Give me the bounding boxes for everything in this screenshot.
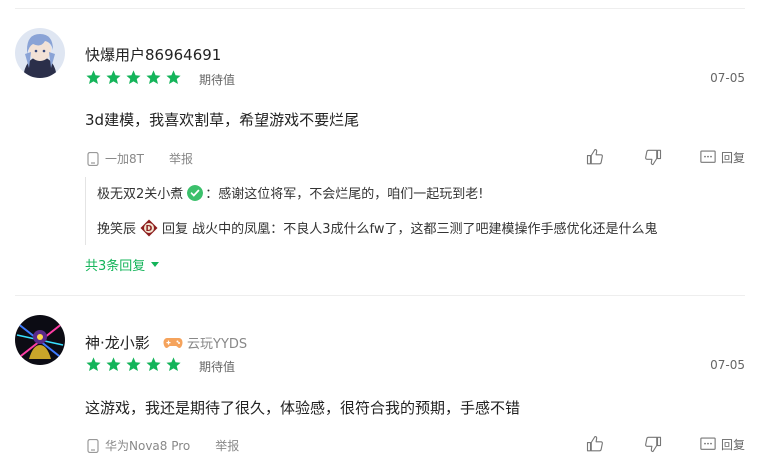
caret-down-icon bbox=[151, 262, 160, 267]
star-icon bbox=[146, 357, 161, 372]
reply-label: 回复 bbox=[720, 150, 745, 165]
reply-thread: 极无双2关小煮 ： 感谢这位将军，不会烂尾的，咱们一起玩到老! 挽笑辰 D 回复… bbox=[85, 177, 746, 245]
reply-item[interactable]: 挽笑辰 D 回复 战火中的凤凰 ： 不良人3成什么fw了，这都三测了吧建模操作手… bbox=[97, 218, 657, 237]
more-replies-link[interactable]: 共3条回复 bbox=[85, 255, 160, 274]
review-meta: 华为Nova8 Pro 举报 bbox=[87, 437, 239, 454]
username[interactable]: 神·龙小影 bbox=[85, 332, 150, 353]
star-icon bbox=[126, 357, 141, 372]
thumbs-up-icon[interactable] bbox=[586, 435, 604, 453]
review-divider bbox=[15, 295, 745, 296]
verified-icon bbox=[187, 184, 204, 201]
star-icon bbox=[106, 70, 121, 85]
reply-item[interactable]: 极无双2关小煮 ： 感谢这位将军，不会烂尾的，咱们一起玩到老! bbox=[97, 183, 484, 202]
review-content: 3d建模，我喜欢割草，希望游戏不要烂尾 bbox=[85, 111, 360, 129]
thumbs-down-icon[interactable] bbox=[644, 148, 662, 166]
rating-label: 期待值 bbox=[199, 360, 236, 374]
reply-word: 回复 bbox=[162, 222, 189, 237]
reply-text: 感谢这位将军，不会烂尾的，咱们一起玩到老! bbox=[218, 187, 484, 202]
top-divider bbox=[15, 8, 745, 9]
reply-target[interactable]: 战火中的凤凰 bbox=[192, 218, 270, 237]
reply-label: 回复 bbox=[720, 437, 745, 452]
thumbs-up-icon[interactable] bbox=[586, 148, 604, 166]
device-info: 华为Nova8 Pro bbox=[87, 437, 190, 454]
username[interactable]: 快爆用户86964691 bbox=[85, 44, 221, 65]
device-name: 一加8T bbox=[105, 152, 144, 166]
avatar[interactable] bbox=[15, 315, 65, 365]
device-name: 华为Nova8 Pro bbox=[105, 439, 191, 453]
phone-icon bbox=[87, 438, 99, 453]
reply-separator: ： bbox=[270, 222, 284, 237]
star-icon bbox=[166, 70, 181, 85]
review-content: 这游戏，我还是期待了很久，体验感，很符合我的预期，手感不错 bbox=[85, 399, 521, 417]
reply-author[interactable]: 挽笑辰 bbox=[97, 218, 136, 237]
reply-button[interactable]: 回复 bbox=[699, 435, 745, 453]
star-icon bbox=[146, 70, 161, 85]
reply-author[interactable]: 极无双2关小煮 bbox=[97, 183, 183, 202]
thumbs-down-icon[interactable] bbox=[644, 435, 662, 453]
review-actions: 回复 bbox=[586, 435, 745, 453]
star-icon bbox=[86, 357, 101, 372]
rating-label: 期待值 bbox=[199, 73, 236, 87]
user-badge: 云玩YYDS bbox=[163, 333, 247, 352]
review-date: 07-05 bbox=[710, 358, 745, 372]
svg-text:D: D bbox=[146, 224, 153, 233]
phone-icon bbox=[87, 151, 99, 166]
avatar[interactable] bbox=[15, 28, 65, 78]
comment-icon bbox=[700, 437, 716, 450]
review-actions: 回复 bbox=[586, 148, 745, 166]
report-link[interactable]: 举报 bbox=[215, 437, 239, 454]
review-meta: 一加8T 举报 bbox=[87, 150, 193, 167]
star-icon bbox=[86, 70, 101, 85]
device-info: 一加8T bbox=[87, 150, 144, 167]
star-icon bbox=[106, 357, 121, 372]
star-icon bbox=[166, 357, 181, 372]
reply-separator: ： bbox=[205, 187, 219, 202]
report-link[interactable]: 举报 bbox=[169, 150, 193, 167]
gamepad-icon bbox=[163, 337, 183, 348]
reply-text: 不良人3成什么fw了，这都三测了吧建模操作手感优化还是什么鬼 bbox=[283, 222, 658, 237]
comment-icon bbox=[700, 150, 716, 163]
star-rating bbox=[85, 69, 182, 86]
badge-label: 云玩YYDS bbox=[187, 337, 248, 352]
d-badge-icon: D bbox=[140, 219, 158, 236]
more-replies-label: 共3条回复 bbox=[85, 259, 146, 274]
star-rating bbox=[85, 356, 182, 373]
review-date: 07-05 bbox=[710, 71, 745, 85]
star-icon bbox=[126, 70, 141, 85]
reply-button[interactable]: 回复 bbox=[699, 148, 745, 166]
